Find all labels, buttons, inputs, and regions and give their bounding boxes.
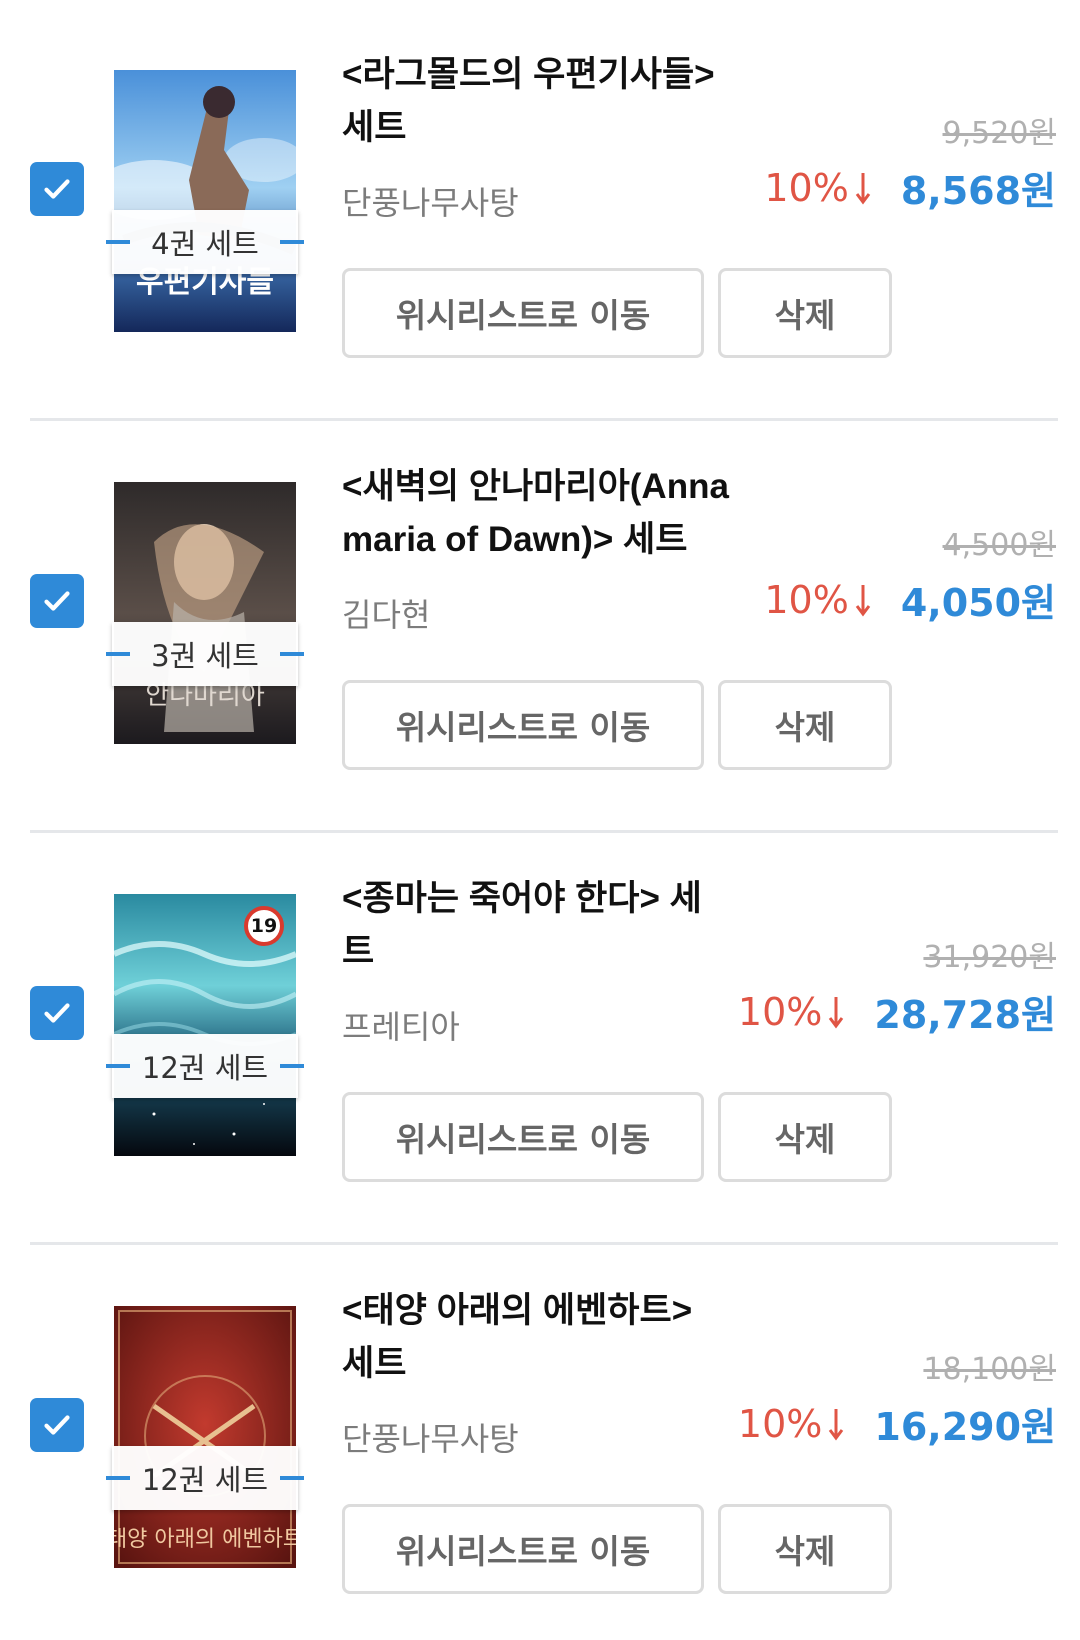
- book-title-line: <종마는 죽어야 한다> 세: [342, 879, 702, 918]
- cover-title-text: 태양 아래의 에벤하트: [114, 1527, 296, 1552]
- check-icon: [44, 591, 70, 611]
- item-divider: [30, 830, 1058, 833]
- author: 단풍나무사탕: [342, 1420, 519, 1458]
- check-icon: [44, 1415, 70, 1435]
- check-icon: [44, 1003, 70, 1023]
- book-title-line: 세트: [342, 108, 407, 147]
- set-count-badge: 12권 세트: [106, 1034, 304, 1098]
- cart-item: 우편기사들 4권 세트 <라그몰드의 우편기사들> 세트 단풍나무사탕 9,52…: [0, 0, 1080, 391]
- move-to-wishlist-button[interactable]: 위시리스트로 이동: [342, 1504, 704, 1594]
- book-title-line: <태양 아래의 에벤하트>: [342, 1291, 693, 1330]
- author: 프레티아: [342, 1008, 460, 1046]
- delete-button[interactable]: 삭제: [718, 1504, 892, 1594]
- book-cover[interactable]: 우편기사들: [114, 70, 296, 332]
- book-title-line: <새벽의 안나마리아(Anna: [342, 467, 729, 506]
- delete-button[interactable]: 삭제: [718, 1092, 892, 1182]
- discount-rate: 10%: [764, 165, 849, 210]
- cart-item: 태양 아래의 에벤하트 12권 세트 <태양 아래의 에벤하트> 세트 단풍나무…: [0, 1236, 1080, 1627]
- move-to-wishlist-button[interactable]: 위시리스트로 이동: [342, 680, 704, 770]
- move-to-wishlist-button[interactable]: 위시리스트로 이동: [342, 1092, 704, 1182]
- set-count-badge: 3권 세트: [106, 622, 304, 686]
- book-title[interactable]: <새벽의 안나마리아(Anna maria of Dawn)> 세트: [342, 460, 762, 566]
- discount-rate: 10%: [764, 577, 849, 622]
- arrow-down-icon: [855, 584, 871, 616]
- discount-rate: 10%: [737, 1401, 823, 1446]
- book-title[interactable]: <라그몰드의 우편기사들> 세트: [342, 48, 762, 154]
- book-cover[interactable]: 태양 아래의 에벤하트: [114, 1306, 296, 1568]
- book-cover[interactable]: 19: [114, 894, 296, 1156]
- price-row: 10% 16,290원: [738, 1396, 1056, 1451]
- sale-price: 4,050원: [900, 581, 1056, 625]
- item-checkbox[interactable]: [30, 574, 84, 628]
- author: 김다현: [342, 596, 431, 634]
- book-cover[interactable]: 안나마리아: [114, 482, 296, 744]
- author: 단풍나무사탕: [342, 184, 519, 222]
- cart-item: 19 12권 세트 <종마는 죽어야 한다> 세 트 프레티아 31,920원 …: [0, 824, 1080, 1215]
- set-count-badge: 12권 세트: [106, 1446, 304, 1510]
- check-icon: [44, 179, 70, 199]
- book-title-line: 세트: [342, 1344, 407, 1383]
- book-title-line: <라그몰드의 우편기사들>: [342, 55, 715, 94]
- sale-price: 8,568원: [900, 169, 1056, 213]
- arrow-down-icon: [855, 172, 871, 204]
- price-row: 10% 8,568원: [764, 160, 1056, 215]
- price-row: 10% 28,728원: [738, 984, 1056, 1039]
- original-price: 4,500원: [942, 528, 1056, 563]
- book-title[interactable]: <종마는 죽어야 한다> 세 트: [342, 872, 762, 978]
- item-checkbox[interactable]: [30, 1398, 84, 1452]
- book-title-line: maria of Dawn)> 세트: [342, 520, 688, 559]
- discount-rate: 10%: [737, 989, 823, 1034]
- book-title[interactable]: <태양 아래의 에벤하트> 세트: [342, 1284, 762, 1390]
- item-divider: [30, 1242, 1058, 1245]
- original-price: 31,920원: [923, 940, 1056, 975]
- delete-button[interactable]: 삭제: [718, 268, 892, 358]
- sale-price: 28,728원: [874, 993, 1056, 1037]
- sale-price: 16,290원: [874, 1405, 1056, 1449]
- move-to-wishlist-button[interactable]: 위시리스트로 이동: [342, 268, 704, 358]
- cart-item: 안나마리아 3권 세트 <새벽의 안나마리아(Anna maria of Daw…: [0, 412, 1080, 803]
- item-divider: [30, 418, 1058, 421]
- book-cover-art: 태양 아래의 에벤하트: [114, 1306, 296, 1568]
- delete-button[interactable]: 삭제: [718, 680, 892, 770]
- arrow-down-icon: [829, 1408, 844, 1440]
- age-rating-badge: 19: [244, 906, 284, 946]
- arrow-down-icon: [829, 996, 844, 1028]
- set-count-badge: 4권 세트: [106, 210, 304, 274]
- cart-item-list: 우편기사들 4권 세트 <라그몰드의 우편기사들> 세트 단풍나무사탕 9,52…: [0, 0, 1080, 1640]
- item-checkbox[interactable]: [30, 986, 84, 1040]
- original-price: 18,100원: [923, 1352, 1056, 1387]
- book-cover-art: 안나마리아: [114, 482, 296, 744]
- book-title-line: 트: [342, 932, 375, 971]
- book-cover-art: 우편기사들: [114, 70, 296, 332]
- original-price: 9,520원: [942, 116, 1056, 151]
- price-row: 10% 4,050원: [764, 572, 1056, 627]
- item-checkbox[interactable]: [30, 162, 84, 216]
